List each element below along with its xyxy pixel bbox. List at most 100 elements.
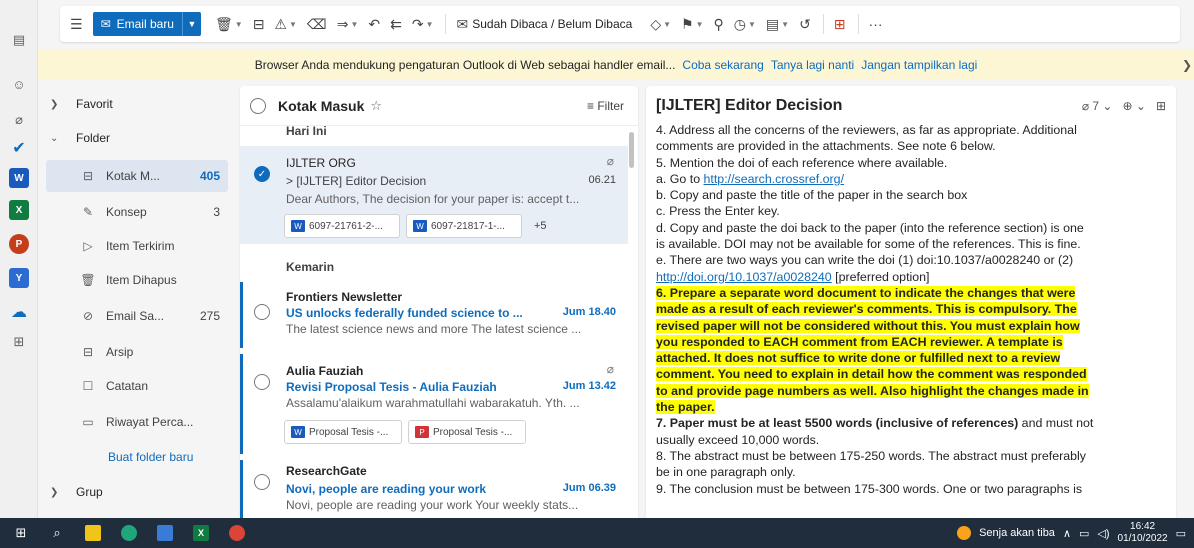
powerpoint-icon[interactable]: P xyxy=(9,234,29,254)
attach-icon[interactable]: ⌀ xyxy=(9,110,29,130)
folder-junk[interactable]: ⊘ Email Sa... 275 xyxy=(46,300,228,332)
folder-drafts[interactable]: ✎ Konsep 3 xyxy=(46,196,228,228)
star-icon[interactable]: ☆ xyxy=(370,98,382,114)
message-body: 4. Address all the concerns of the revie… xyxy=(656,123,1094,496)
chrome-icon[interactable] xyxy=(222,518,252,548)
mail-icon: ✉ xyxy=(100,17,111,31)
chevron-right-icon[interactable]: ❯ xyxy=(1182,58,1192,72)
attach-icon: ⌀ xyxy=(606,362,614,376)
delete-button[interactable]: 🗑 ▼ xyxy=(211,12,247,36)
volume-icon[interactable]: ◁) xyxy=(1097,527,1109,540)
pin-button[interactable]: ⚲ xyxy=(710,12,728,36)
rules-icon: ▤ xyxy=(765,15,780,32)
divider xyxy=(857,14,859,34)
doi-link[interactable]: http://doi.org/10.1037/a0028240 xyxy=(656,270,832,284)
more-button[interactable]: ··· xyxy=(865,12,887,36)
note-icon: ☐ xyxy=(82,379,94,393)
edge-icon[interactable] xyxy=(114,518,144,548)
attachment-chip[interactable]: W Proposal Tesis -... xyxy=(284,420,402,444)
notification-icon[interactable]: ▭ xyxy=(1176,527,1186,540)
flag-button[interactable]: ⚑ ▼ xyxy=(677,12,707,36)
apps-icon[interactable]: ⊞ xyxy=(9,332,29,352)
chevron-right-icon: ❯ xyxy=(50,486,59,498)
folder-archive[interactable]: ⊟ Arsip xyxy=(46,336,228,368)
word-icon[interactable]: W xyxy=(9,168,29,188)
unread-indicator xyxy=(240,282,243,348)
attachment-count[interactable]: ⌀ 7 ⌄ xyxy=(1082,99,1113,113)
attach-icon: ⌀ xyxy=(606,154,614,168)
chevron-right-icon: ❯ xyxy=(50,98,59,110)
message-item-frontiers[interactable]: Frontiers Newsletter US unlocks federall… xyxy=(240,282,628,348)
reading-pane: [IJLTER] Editor Decision ⌀ 7 ⌄ ⊕ ⌄ ⊞ 4. … xyxy=(646,86,1176,518)
sweep-button[interactable]: ⌫ xyxy=(303,12,331,36)
list-scrollbar[interactable] xyxy=(629,132,634,168)
windows-start-icon[interactable]: ⊞ xyxy=(6,518,36,548)
app-rail: ▤ ☺ ⌀ ✔ W X P Y ☁ ⊞ xyxy=(0,0,38,518)
chevron-down-icon: ⌄ xyxy=(50,132,59,144)
weather-text[interactable]: Senja akan tiba xyxy=(979,527,1055,539)
weather-icon[interactable] xyxy=(957,526,972,540)
trash-icon: 🗑 xyxy=(214,15,233,32)
excel-taskbar-icon[interactable]: X xyxy=(186,518,216,548)
folder-inbox[interactable]: ⊟ Kotak M... 405 xyxy=(46,160,228,192)
groups-header[interactable]: ❯ Grup xyxy=(50,478,103,506)
store-icon[interactable] xyxy=(150,518,180,548)
menu-icon[interactable]: ☰ xyxy=(66,12,87,36)
rules-button[interactable]: ▤ ▼ xyxy=(762,12,793,36)
select-checkbox[interactable] xyxy=(254,474,270,490)
chevron-up-icon[interactable]: ∧ xyxy=(1063,527,1071,540)
more-attachments[interactable]: +5 xyxy=(534,220,547,232)
attachment-chip[interactable]: W 6097-21761-2-... xyxy=(284,214,400,238)
people-icon[interactable]: ☺ xyxy=(9,74,29,94)
apps-button[interactable]: ⊞ xyxy=(830,12,850,36)
filter-button[interactable]: ≡ Filter xyxy=(587,99,624,113)
read-unread-button[interactable]: ✉ Sudah Dibaca / Belum Dibaca xyxy=(452,12,636,36)
file-explorer-icon[interactable] xyxy=(78,518,108,548)
chevron-down-icon[interactable]: ▼ xyxy=(183,12,201,36)
list-title: Kotak Masuk xyxy=(278,97,365,114)
undo-button[interactable]: ↺ xyxy=(795,12,815,36)
reply-all-icon: ⇇ xyxy=(390,15,402,32)
word-doc-icon: W xyxy=(291,426,305,438)
attachment-chip[interactable]: W 6097-21817-1-... xyxy=(406,214,522,238)
ask-later-link[interactable]: Tanya lagi nanti xyxy=(771,58,854,72)
forward-button[interactable]: ↷ ▼ xyxy=(408,12,438,36)
folder-sent[interactable]: ▷ Item Terkirim xyxy=(46,230,228,262)
crossref-link[interactable]: http://search.crossref.org/ xyxy=(704,172,844,186)
try-now-link[interactable]: Coba sekarang xyxy=(682,58,763,72)
folder-deleted[interactable]: 🗑 Item Dihapus xyxy=(46,264,228,296)
new-folder-link[interactable]: Buat folder baru xyxy=(108,450,193,464)
message-item-ijlter[interactable]: ✓ IJLTER ORG ⌀ > [IJLTER] Editor Decisio… xyxy=(240,146,628,244)
categorize-button[interactable]: ◇ ▼ xyxy=(646,12,675,36)
clock[interactable]: 16:42 01/10/2022 xyxy=(1118,521,1168,545)
reply-button[interactable]: ↶ xyxy=(364,12,384,36)
checkmark-icon[interactable]: ✓ xyxy=(254,166,270,182)
excel-icon[interactable]: X xyxy=(9,200,29,220)
select-all-checkbox[interactable] xyxy=(250,97,266,114)
calendar-icon[interactable]: ▤ xyxy=(9,30,29,50)
yammer-icon[interactable]: Y xyxy=(9,268,29,288)
dont-show-link[interactable]: Jangan tampilkan lagi xyxy=(861,58,977,72)
message-item-researchgate[interactable]: ResearchGate Novi, people are reading yo… xyxy=(240,460,628,518)
onedrive-icon[interactable]: ☁ xyxy=(9,302,29,322)
message-item-aulia[interactable]: Aulia Fauziah ⌀ Revisi Proposal Tesis - … xyxy=(240,354,628,454)
report-button[interactable]: ⚠ ▼ xyxy=(270,12,300,36)
folder-history[interactable]: ▭ Riwayat Perca... xyxy=(46,406,228,438)
archive-button[interactable]: ⊟ xyxy=(249,12,269,36)
folder-header[interactable]: ⌄ Folder xyxy=(50,124,110,152)
move-button[interactable]: ⇒ ▼ xyxy=(333,12,363,36)
reply-all-button[interactable]: ⇇ xyxy=(386,12,406,36)
todo-icon[interactable]: ✔ xyxy=(9,138,29,158)
network-icon[interactable]: ▭ xyxy=(1079,527,1089,540)
select-checkbox[interactable] xyxy=(254,374,270,390)
attachment-chip[interactable]: P Proposal Tesis -... xyxy=(408,420,526,444)
zoom-icon[interactable]: ⊕ ⌄ xyxy=(1122,99,1145,113)
flag-icon: ⚑ xyxy=(681,15,694,32)
snooze-button[interactable]: ◷ ▼ xyxy=(730,12,760,36)
folder-notes[interactable]: ☐ Catatan xyxy=(46,370,228,402)
expand-icon[interactable]: ⊞ xyxy=(1156,99,1166,113)
select-checkbox[interactable] xyxy=(254,304,270,320)
new-mail-button[interactable]: ✉ Email baru ▼ xyxy=(92,12,201,36)
favorites-header[interactable]: ❯ Favorit xyxy=(50,90,113,118)
search-icon[interactable]: ⌕ xyxy=(42,518,72,548)
